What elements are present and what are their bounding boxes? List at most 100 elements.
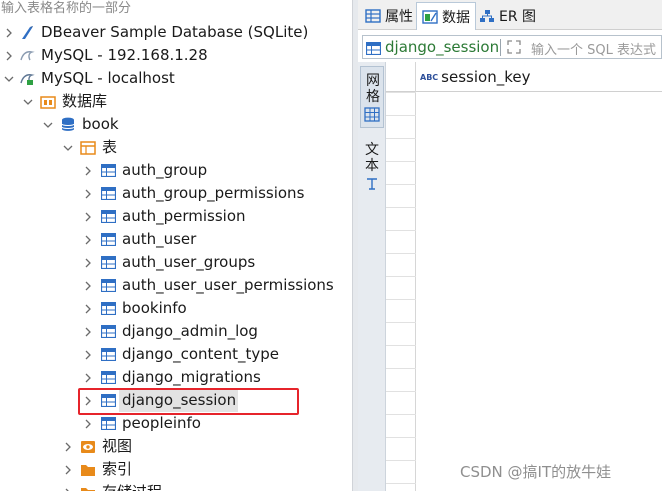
chevron-right-icon[interactable] <box>83 159 93 182</box>
row-gridline <box>386 138 416 139</box>
table-filter-input[interactable]: 输入表格名称的一部分 <box>0 0 352 19</box>
procedures-label: 存储过程 <box>102 481 162 491</box>
connection-sqlite[interactable]: DBeaver Sample Database (SQLite) <box>0 21 352 44</box>
table-icon <box>100 324 116 339</box>
folder-icon <box>80 462 96 477</box>
tables-folder[interactable]: 表 <box>0 136 352 159</box>
table-icon <box>100 370 116 385</box>
table-icon <box>100 186 116 201</box>
chevron-right-icon[interactable] <box>83 182 93 205</box>
schema-book[interactable]: book <box>0 113 352 136</box>
chevron-down-icon[interactable] <box>43 113 53 136</box>
active-table-name: django_session <box>385 38 500 56</box>
table-item-django-admin-log[interactable]: django_admin_log <box>0 320 352 343</box>
column-header-session-key[interactable]: ABC session_key <box>420 62 530 92</box>
mysql-connected-icon <box>19 71 35 86</box>
table-label: django_admin_log <box>122 322 258 340</box>
chevron-right-icon[interactable] <box>83 205 93 228</box>
chevron-down-icon[interactable] <box>4 67 14 90</box>
table-item-django-migrations[interactable]: django_migrations <box>0 366 352 389</box>
chevron-right-icon[interactable] <box>83 343 93 366</box>
connection-label: DBeaver Sample Database (SQLite) <box>41 23 309 41</box>
chevron-right-icon[interactable] <box>83 228 93 251</box>
table-item-auth-group-permissions[interactable]: auth_group_permissions <box>0 182 352 205</box>
indexes-folder[interactable]: 索引 <box>0 458 352 481</box>
table-item-bookinfo[interactable]: bookinfo <box>0 297 352 320</box>
query-filter-bar[interactable]: django_session 输入一个 SQL 表达式 <box>362 35 662 59</box>
chevron-right-icon[interactable] <box>83 320 93 343</box>
expand-icon[interactable] <box>506 39 522 59</box>
tab-data[interactable]: 数据 <box>416 2 476 30</box>
chevron-right-icon[interactable] <box>4 21 14 44</box>
chevron-down-icon[interactable] <box>23 90 33 113</box>
table-item-auth-user-user-permissions[interactable]: auth_user_user_permissions <box>0 274 352 297</box>
folder-icon <box>80 485 96 491</box>
chevron-right-icon[interactable] <box>83 297 93 320</box>
table-item-auth-permission[interactable]: auth_permission <box>0 205 352 228</box>
row-gridline <box>386 276 416 277</box>
connection-label: MySQL - 192.168.1.28 <box>41 46 208 64</box>
table-label: auth_group <box>122 161 208 179</box>
table-label: auth_group_permissions <box>122 184 305 202</box>
row-gridline <box>386 414 416 415</box>
tab-er-diagram[interactable]: ER 图 <box>474 2 541 29</box>
databases-label: 数据库 <box>62 92 108 110</box>
row-gridline <box>386 230 416 231</box>
text-view-toggle[interactable]: 文本 <box>360 138 384 200</box>
row-gridline <box>386 161 416 162</box>
grid-header: ABC session_key <box>386 62 662 92</box>
chevron-right-icon[interactable] <box>83 366 93 389</box>
string-type-icon: ABC <box>420 72 439 82</box>
row-gridline <box>386 322 416 323</box>
views-folder[interactable]: 视图 <box>0 435 352 458</box>
procedures-folder[interactable]: 存储过程 <box>0 481 352 491</box>
watermark: CSDN @搞IT的放牛娃 <box>460 463 612 481</box>
chevron-right-icon[interactable] <box>63 458 73 481</box>
table-label: peopleinfo <box>122 414 201 432</box>
row-gridline <box>386 437 416 438</box>
results-grid[interactable]: ABC session_key <box>386 62 662 491</box>
table-item-peopleinfo[interactable]: peopleinfo <box>0 412 352 435</box>
row-gridline <box>386 299 416 300</box>
table-label: django_content_type <box>122 345 280 363</box>
sql-filter-input[interactable]: 输入一个 SQL 表达式 <box>531 39 656 58</box>
er-diagram-icon <box>479 9 495 23</box>
tab-label: 数据 <box>442 9 470 26</box>
database-navigator: 输入表格名称的一部分 DBeaver Sample Database (SQLi… <box>0 0 352 491</box>
table-item-django-content-type[interactable]: django_content_type <box>0 343 352 366</box>
table-item-auth-user-groups[interactable]: auth_user_groups <box>0 251 352 274</box>
table-icon <box>100 278 116 293</box>
chevron-right-icon[interactable] <box>83 274 93 297</box>
table-item-auth-user[interactable]: auth_user <box>0 228 352 251</box>
mysql-icon <box>19 48 35 63</box>
tab-properties[interactable]: 属性 <box>360 2 418 29</box>
column-name: session_key <box>441 68 531 86</box>
sqlite-icon <box>19 25 35 40</box>
chevron-right-icon[interactable] <box>4 44 14 67</box>
views-label: 视图 <box>102 437 133 455</box>
table-icon <box>100 347 116 362</box>
view-mode-panel: 网格 文本 <box>358 62 386 491</box>
chevron-right-icon[interactable] <box>63 435 73 458</box>
connection-mysql-localhost[interactable]: MySQL - localhost <box>0 67 352 90</box>
grid-view-toggle[interactable]: 网格 <box>360 66 384 128</box>
tab-label: 属性 <box>385 8 413 25</box>
grid-icon <box>364 107 380 126</box>
table-item-auth-group[interactable]: auth_group <box>0 159 352 182</box>
chevron-down-icon[interactable] <box>63 136 73 159</box>
row-gridline <box>386 345 416 346</box>
table-icon <box>100 232 116 247</box>
row-gridline <box>386 368 416 369</box>
table-editor: 属性 数据 ER 图 django_session 输入一个 SQL 表达式 网… <box>358 0 662 491</box>
databases-folder[interactable]: 数据库 <box>0 90 352 113</box>
connection-mysql-remote[interactable]: MySQL - 192.168.1.28 <box>0 44 352 67</box>
connection-label: MySQL - localhost <box>41 69 175 87</box>
views-folder-icon <box>80 439 96 454</box>
tables-folder-icon <box>80 140 96 155</box>
chevron-right-icon[interactable] <box>83 251 93 274</box>
properties-icon <box>365 8 381 23</box>
chevron-right-icon[interactable] <box>83 412 93 435</box>
chevron-right-icon[interactable] <box>63 481 73 491</box>
row-gridline <box>386 483 416 484</box>
tab-label: ER 图 <box>499 8 537 25</box>
